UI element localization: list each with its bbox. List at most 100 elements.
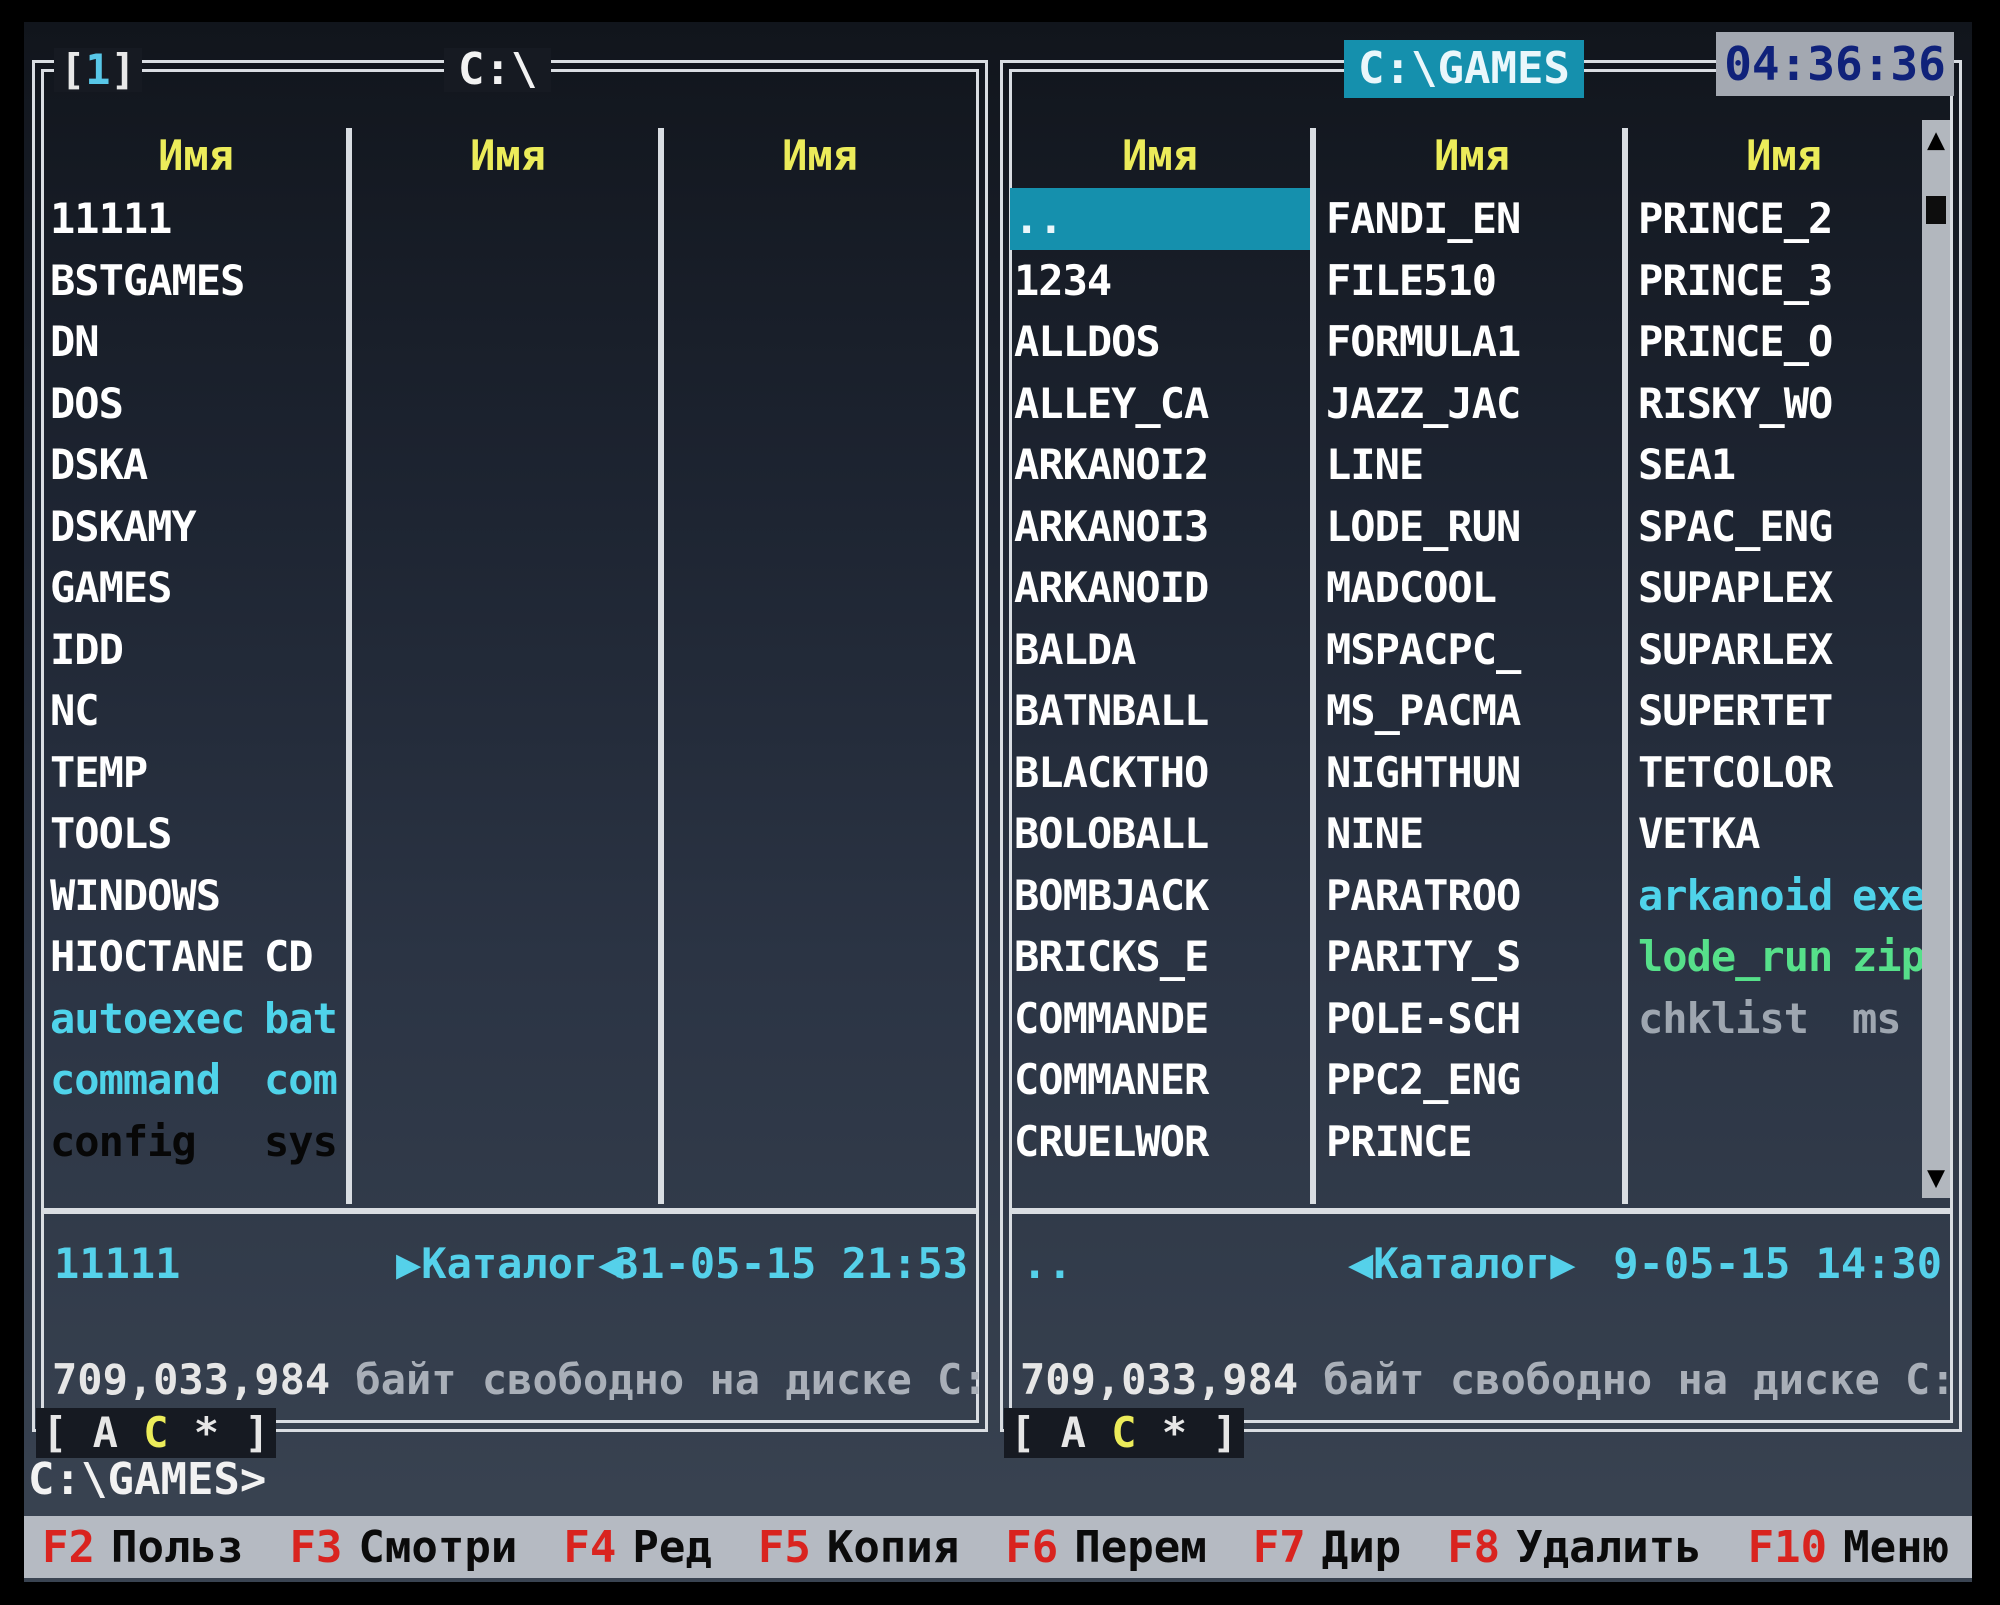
file-entry[interactable]: config sys	[46, 1111, 346, 1173]
file-entry[interactable]: PPC2_ENG	[1322, 1049, 1622, 1111]
file-entry[interactable]: chklist ms	[1634, 988, 1934, 1050]
file-entry[interactable]: COMMANER	[1010, 1049, 1310, 1111]
fkey-f2[interactable]: F2 Польз	[42, 1522, 243, 1573]
file-entry[interactable]: MS_PACMA	[1322, 680, 1622, 742]
file-entry[interactable]: NINE	[1322, 803, 1622, 865]
file-entry[interactable]: FANDI_EN	[1322, 188, 1622, 250]
file-entry[interactable]: command com	[46, 1049, 346, 1111]
file-entry[interactable]: autoexec bat	[46, 988, 346, 1050]
file-entry[interactable]: JAZZ_JAC	[1322, 373, 1622, 435]
drive-c[interactable]: C	[143, 1408, 168, 1457]
file-entry[interactable]: POLE-SCH	[1322, 988, 1622, 1050]
file-entry[interactable]: SPAC_ENG	[1634, 496, 1934, 558]
file-entry[interactable]: GAMES	[46, 557, 346, 619]
file-entry[interactable]: FILE510	[1322, 250, 1622, 312]
file-entry[interactable]: CRUELWOR	[1010, 1111, 1310, 1173]
file-name: BRICKS_E	[1014, 932, 1209, 981]
column-header[interactable]: Имя	[1322, 130, 1622, 182]
file-entry[interactable]: ALLDOS	[1010, 311, 1310, 373]
file-name: PRINCE	[1326, 1116, 1473, 1166]
drive-a[interactable]: A	[93, 1408, 118, 1457]
fkey-number: F6	[1005, 1521, 1059, 1573]
file-extension: exe	[1852, 870, 1926, 920]
file-entry[interactable]: ARKANOI2	[1010, 434, 1310, 496]
column-header[interactable]: Имя	[46, 130, 346, 182]
file-entry[interactable]: TETCOLOR	[1634, 742, 1934, 804]
file-entry[interactable]: DSKA	[46, 434, 346, 496]
column-header[interactable]: Имя	[1010, 130, 1310, 182]
file-entry[interactable]: PRINCE	[1322, 1111, 1622, 1173]
file-entry[interactable]: PRINCE_2	[1634, 188, 1934, 250]
column-header[interactable]: Имя	[1634, 130, 1934, 182]
file-name: NINE	[1326, 809, 1424, 858]
file-entry[interactable]: NIGHTHUN	[1322, 742, 1622, 804]
right-file-panel[interactable]: C:\GAMES 04:36:36 Имя Имя Имя .. 1234 ALLD…	[1000, 32, 1962, 1458]
file-entry[interactable]: DN	[46, 311, 346, 373]
fkey-number: F10	[1747, 1521, 1828, 1573]
fkey-f5[interactable]: F5 Копия	[758, 1522, 959, 1573]
file-name: ARKANOI2	[1014, 440, 1209, 489]
scrollbar[interactable]: ▲ ▼	[1922, 120, 1950, 1198]
file-entry[interactable]: BRICKS_E	[1010, 926, 1310, 988]
drive-a[interactable]: A	[1061, 1408, 1086, 1457]
file-entry[interactable]: BOMBJACK	[1010, 865, 1310, 927]
command-prompt[interactable]: C:\GAMES>	[24, 1452, 266, 1508]
file-entry[interactable]: ARKANOI3	[1010, 496, 1310, 558]
drive-c[interactable]: C	[1111, 1408, 1136, 1457]
file-entry[interactable]: TOOLS	[46, 803, 346, 865]
file-entry[interactable]: arkanoid exe	[1634, 865, 1934, 927]
fkey-f6[interactable]: F6 Перем	[1005, 1522, 1206, 1573]
file-entry[interactable]: BALDA	[1010, 619, 1310, 681]
file-entry[interactable]: RISKY_WO	[1634, 373, 1934, 435]
drive-all[interactable]: *	[1162, 1408, 1187, 1457]
file-entry[interactable]: HIOCTANE CD	[46, 926, 346, 988]
file-entry[interactable]: 11111	[46, 188, 346, 250]
file-entry[interactable]: TEMP	[46, 742, 346, 804]
left-file-panel[interactable]: [1] C:\ Имя Имя Имя 11111 BSTGAMES DN DOS DS…	[32, 48, 988, 1458]
file-entry[interactable]: ALLEY_CA	[1010, 373, 1310, 435]
file-entry[interactable]: DOS	[46, 373, 346, 435]
file-entry[interactable]: BSTGAMES	[46, 250, 346, 312]
file-entry[interactable]: FORMULA1	[1322, 311, 1622, 373]
file-entry[interactable]: IDD	[46, 619, 346, 681]
file-entry[interactable]: PARITY_S	[1322, 926, 1622, 988]
file-entry[interactable]: BATNBALL	[1010, 680, 1310, 742]
file-entry[interactable]: SUPERTET	[1634, 680, 1934, 742]
fkey-f8[interactable]: F8 Удалить	[1447, 1522, 1701, 1573]
column-separator	[1622, 128, 1628, 1204]
fkey-f4[interactable]: F4 Ред	[563, 1522, 711, 1573]
file-entry[interactable]: SEA1	[1634, 434, 1934, 496]
arrow-down-icon[interactable]: ▼	[1922, 1158, 1950, 1198]
fkey-f3[interactable]: F3 Смотри	[289, 1522, 517, 1573]
column-header[interactable]: Имя	[670, 130, 970, 182]
file-entry[interactable]: PRINCE_O	[1634, 311, 1934, 373]
file-entry[interactable]: MADCOOL	[1322, 557, 1622, 619]
fkey-f10[interactable]: F10 Меню	[1748, 1522, 1949, 1573]
file-entry[interactable]: VETKA	[1634, 803, 1934, 865]
file-entry[interactable]: BLACKTHO	[1010, 742, 1310, 804]
file-entry[interactable]: BOLOBALL	[1010, 803, 1310, 865]
file-name: COMMANER	[1014, 1055, 1209, 1104]
file-entry[interactable]: NC	[46, 680, 346, 742]
scrollbar-thumb[interactable]	[1926, 196, 1946, 224]
file-entry[interactable]: WINDOWS	[46, 865, 346, 927]
file-entry-selected[interactable]: ..	[1010, 188, 1310, 250]
arrow-up-icon[interactable]: ▲	[1922, 120, 1950, 160]
file-entry[interactable]: PRINCE_3	[1634, 250, 1934, 312]
file-entry[interactable]: SUPAPLEX	[1634, 557, 1934, 619]
fkey-label: Перем	[1074, 1521, 1207, 1573]
file-entry[interactable]: LINE	[1322, 434, 1622, 496]
file-entry[interactable]: 1234	[1010, 250, 1310, 312]
file-entry[interactable]: MSPACPC_	[1322, 619, 1622, 681]
file-entry[interactable]: SUPARLEX	[1634, 619, 1934, 681]
column-header[interactable]: Имя	[358, 130, 658, 182]
file-entry[interactable]: ARKANOID	[1010, 557, 1310, 619]
file-entry[interactable]: DSKAMY	[46, 496, 346, 558]
file-entry[interactable]: COMMANDE	[1010, 988, 1310, 1050]
info-separator	[44, 1208, 976, 1214]
file-entry[interactable]: lode_run zip	[1634, 926, 1934, 988]
file-entry[interactable]: LODE_RUN	[1322, 496, 1622, 558]
fkey-f7[interactable]: F7 Дир	[1253, 1522, 1401, 1573]
drive-all[interactable]: *	[194, 1408, 219, 1457]
file-entry[interactable]: PARATROO	[1322, 865, 1622, 927]
